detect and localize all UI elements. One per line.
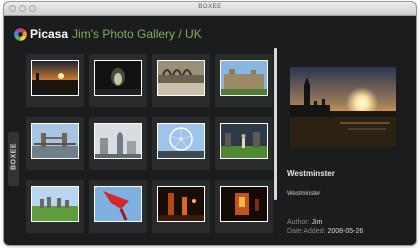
boxee-side-tab[interactable]: BOXEE <box>8 132 19 186</box>
gallery-content: Picasa Jim's Photo Gallery / UK BOXEE We… <box>4 16 416 245</box>
window-title: BOXEE <box>198 4 222 10</box>
photo-cell-3[interactable] <box>152 54 210 107</box>
photo-cell-2[interactable] <box>89 54 147 107</box>
photo-cell-9[interactable] <box>26 180 84 233</box>
photo-cell-8[interactable] <box>215 117 273 170</box>
dark-tunnel-thumbnail[interactable] <box>94 60 142 96</box>
date-added-label: Date Added: <box>287 228 326 235</box>
gallery-header: Picasa Jim's Photo Gallery / UK <box>14 25 202 43</box>
palace-building-thumbnail[interactable] <box>220 60 268 96</box>
author-row: Author: Jim <box>287 219 322 226</box>
cloister-arches-thumbnail[interactable] <box>157 60 205 96</box>
orange-lights-thumbnail[interactable] <box>220 186 268 222</box>
picasa-logo-icon <box>14 27 27 41</box>
photo-cell-6[interactable] <box>89 117 147 170</box>
boxee-tab-label: BOXEE <box>10 143 18 171</box>
preview-subtitle: Westminster <box>287 191 321 197</box>
red-flag-thumbnail[interactable] <box>94 186 142 222</box>
city-skyline-thumbnail[interactable] <box>94 123 142 159</box>
photo-cell-10[interactable] <box>89 180 147 233</box>
london-eye-thumbnail[interactable] <box>157 123 205 159</box>
author-label: Author: <box>287 219 310 226</box>
photo-cell-5[interactable] <box>26 117 84 170</box>
photo-cell-11[interactable] <box>152 180 210 233</box>
photo-cell-4[interactable] <box>215 54 273 107</box>
date-added-row: Date Added: 2008-05-26 <box>287 228 363 235</box>
brand-name: Picasa <box>30 27 69 41</box>
date-added-value: 2008-05-26 <box>327 228 364 235</box>
photo-cell-1[interactable] <box>26 54 84 107</box>
sunset-river-thumbnail[interactable] <box>31 60 79 96</box>
night-lights-thumbnail[interactable] <box>157 186 205 222</box>
author-value: Jim <box>311 219 323 226</box>
title-bar: BOXEE <box>4 2 416 16</box>
gallery-title: Jim's Photo Gallery / UK <box>72 27 202 41</box>
photo-cell-7[interactable] <box>152 117 210 170</box>
stonehenge-field-thumbnail[interactable] <box>31 186 79 222</box>
selected-photo-preview[interactable] <box>290 67 396 147</box>
app-window: BOXEE Picasa Jim's Photo Gallery / UK BO… <box>4 2 416 245</box>
tower-bridge-thumbnail[interactable] <box>31 123 79 159</box>
photo-cell-12[interactable] <box>215 180 273 233</box>
stonehenge-person-thumbnail[interactable] <box>220 123 268 159</box>
grid-scrollbar[interactable] <box>274 48 277 200</box>
preview-title: Westminster <box>287 169 335 178</box>
